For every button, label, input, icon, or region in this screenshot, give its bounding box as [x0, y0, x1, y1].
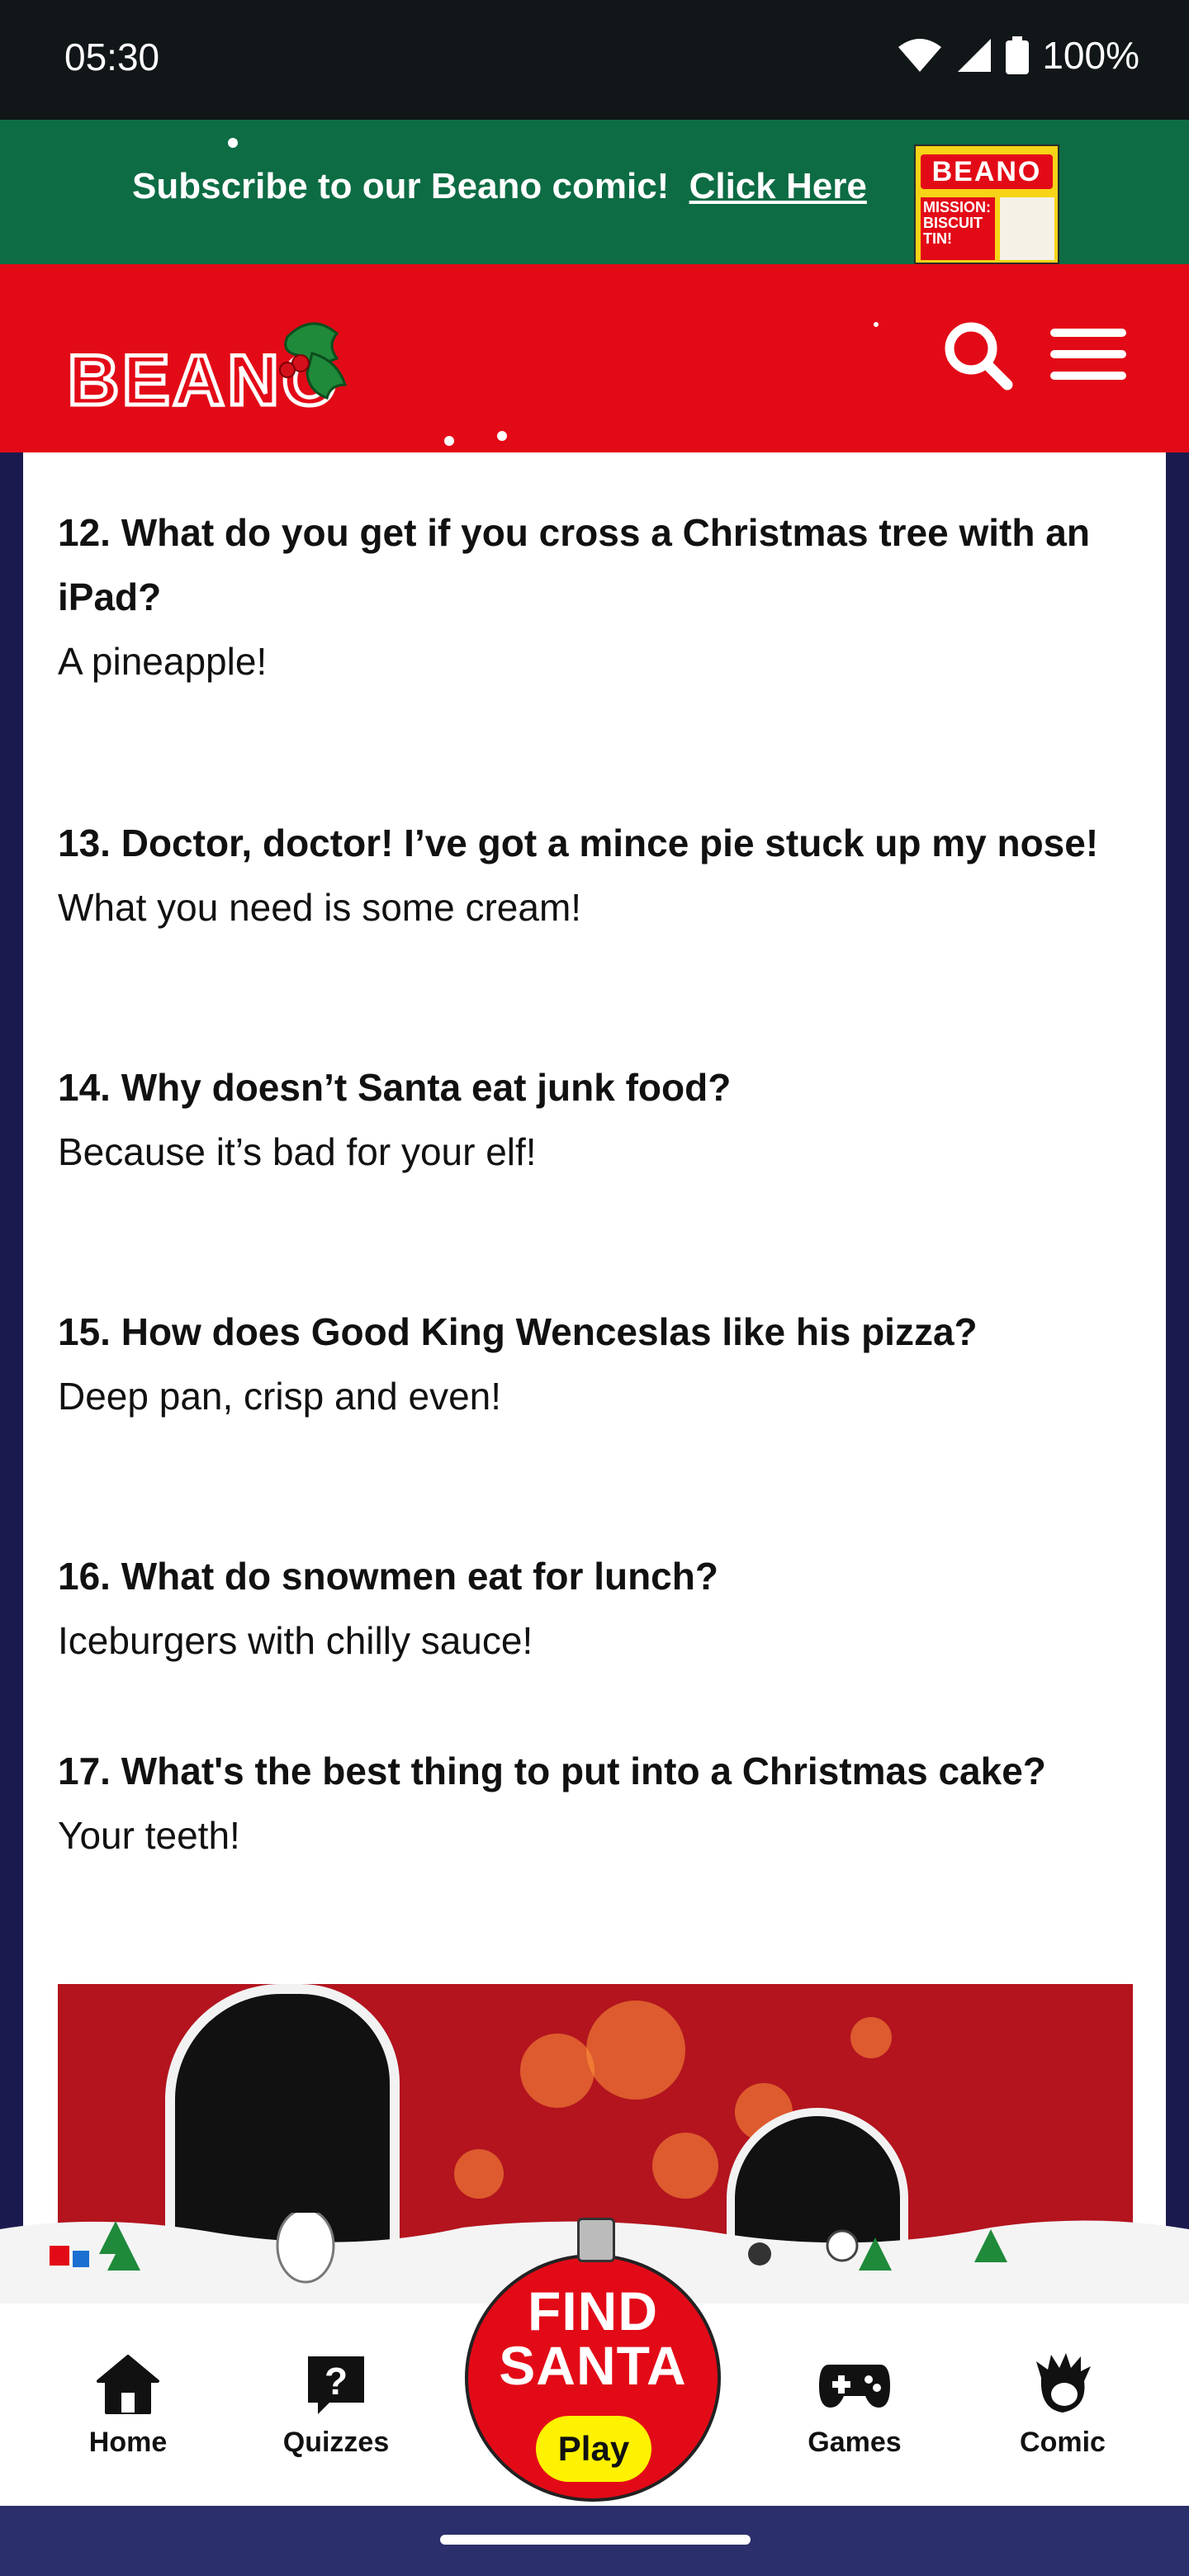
nav-quizzes-label: Quizzes: [282, 2427, 390, 2458]
subscribe-message: Subscribe to our Beano comic!: [132, 166, 670, 206]
snowflake: [874, 322, 879, 327]
comic-cover-logo: BEANO: [921, 154, 1053, 189]
joke-question: 14. Why doesn’t Santa eat junk food?: [58, 1066, 732, 1109]
subscribe-banner[interactable]: Subscribe to our Beano comic! Click Here…: [0, 120, 1189, 264]
joke-answer: A pineapple!: [58, 640, 268, 683]
gamepad-icon: [819, 2365, 890, 2408]
comic-cover-art: [1000, 197, 1054, 260]
nav-comic[interactable]: Comic: [988, 2353, 1137, 2459]
snowflake: [497, 431, 507, 441]
joke-answer: What you need is some cream!: [58, 886, 582, 929]
status-icons: 100%: [897, 33, 1139, 78]
question-icon: ?: [308, 2356, 364, 2414]
beano-logo[interactable]: BEANO: [64, 312, 362, 424]
nav-quizzes[interactable]: ? Quizzes: [262, 2353, 410, 2459]
site-header: BEANO: [0, 264, 1189, 452]
home-indicator[interactable]: [440, 2535, 751, 2545]
svg-text:?: ?: [324, 2360, 348, 2403]
joke-item: 14. Why doesn’t Santa eat junk food? Bec…: [58, 1055, 1131, 1184]
status-time: 05:30: [64, 36, 160, 78]
find-santa-title: FIND SANTA: [465, 2284, 721, 2393]
joke-item: 12. What do you get if you cross a Chris…: [58, 500, 1131, 694]
dennis-head-icon: [1036, 2353, 1091, 2413]
joke-answer: Deep pan, crisp and even!: [58, 1375, 502, 1418]
snowflake: [228, 138, 238, 148]
battery-icon: [1006, 36, 1030, 74]
hamburger-icon: [1050, 329, 1126, 380]
nav-games-label: Games: [808, 2427, 902, 2458]
joke-item: 16. What do snowmen eat for lunch? Icebu…: [58, 1544, 1131, 1673]
joke-item: 15. How does Good King Wenceslas like hi…: [58, 1300, 1131, 1428]
comic-cover-headline: MISSION: BISCUIT TIN!: [921, 197, 995, 260]
joke-question: 16. What do snowmen eat for lunch?: [58, 1555, 718, 1598]
play-button[interactable]: Play: [536, 2416, 651, 2482]
joke-question: 15. How does Good King Wenceslas like hi…: [58, 1310, 978, 1353]
status-bar: 05:30 100%: [0, 0, 1189, 120]
menu-button[interactable]: [1049, 322, 1128, 388]
nav-comic-label: Comic: [1020, 2427, 1106, 2458]
nav-games[interactable]: Games: [780, 2353, 929, 2459]
joke-question: 13. Doctor, doctor! I’ve got a mince pie…: [58, 822, 1099, 864]
search-icon: [945, 322, 1013, 391]
signal-icon: [958, 39, 992, 72]
joke-item: 17. What's the best thing to put into a …: [58, 1739, 1131, 1868]
nav-home[interactable]: Home: [54, 2353, 202, 2459]
bokeh-light: [652, 2133, 718, 2199]
bokeh-light: [850, 2017, 892, 2058]
bokeh-light: [454, 2149, 504, 2199]
comic-cover-image[interactable]: BEANO MISSION: BISCUIT TIN!: [914, 144, 1059, 264]
snowflake: [444, 436, 454, 446]
bokeh-light: [586, 2001, 685, 2100]
subscribe-link[interactable]: Click Here: [689, 166, 867, 206]
wifi-icon: [898, 39, 942, 72]
find-santa-label: FIND SANTA: [499, 2280, 687, 2396]
find-santa-button[interactable]: FIND SANTA Play: [465, 2218, 724, 2502]
joke-answer: Your teeth!: [58, 1814, 240, 1857]
bokeh-light: [520, 2034, 594, 2108]
joke-item: 13. Doctor, doctor! I’ve got a mince pie…: [58, 811, 1131, 940]
nav-home-label: Home: [88, 2427, 168, 2458]
bauble-cap: [577, 2218, 615, 2262]
subscribe-text: Subscribe to our Beano comic! Click Here: [132, 166, 867, 207]
joke-question: 12. What do you get if you cross a Chris…: [58, 511, 1090, 618]
joke-answer: Iceburgers with chilly sauce!: [58, 1619, 533, 1662]
search-button[interactable]: [940, 317, 1014, 391]
joke-question: 17. What's the best thing to put into a …: [58, 1750, 1046, 1792]
battery-level: 100%: [1042, 34, 1139, 77]
joke-answer: Because it’s bad for your elf!: [58, 1130, 537, 1173]
article-content: 12. What do you get if you cross a Chris…: [23, 452, 1166, 2269]
home-icon: [97, 2355, 159, 2414]
